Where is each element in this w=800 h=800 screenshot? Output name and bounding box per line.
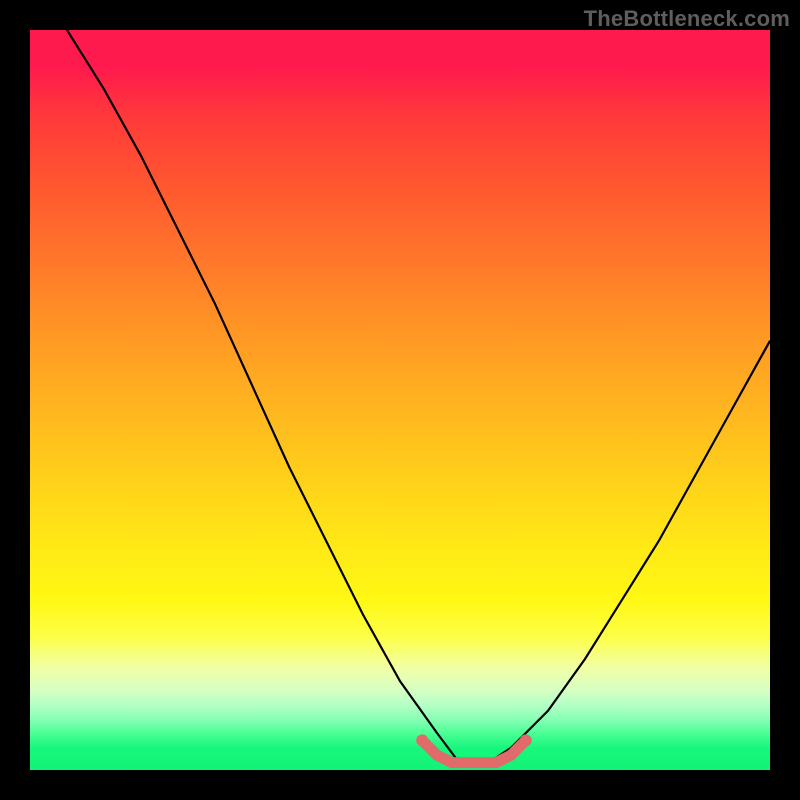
marker-end-dot (520, 734, 532, 746)
curve-layer (30, 30, 770, 770)
watermark-text: TheBottleneck.com (584, 6, 790, 32)
optimal-range-marker-path (422, 740, 526, 762)
marker-start-dot (416, 734, 428, 746)
bottleneck-curve (67, 30, 770, 763)
chart-frame: TheBottleneck.com (0, 0, 800, 800)
plot-area (30, 30, 770, 770)
bottleneck-curve-path (67, 30, 770, 763)
optimal-range-marker (416, 734, 532, 762)
